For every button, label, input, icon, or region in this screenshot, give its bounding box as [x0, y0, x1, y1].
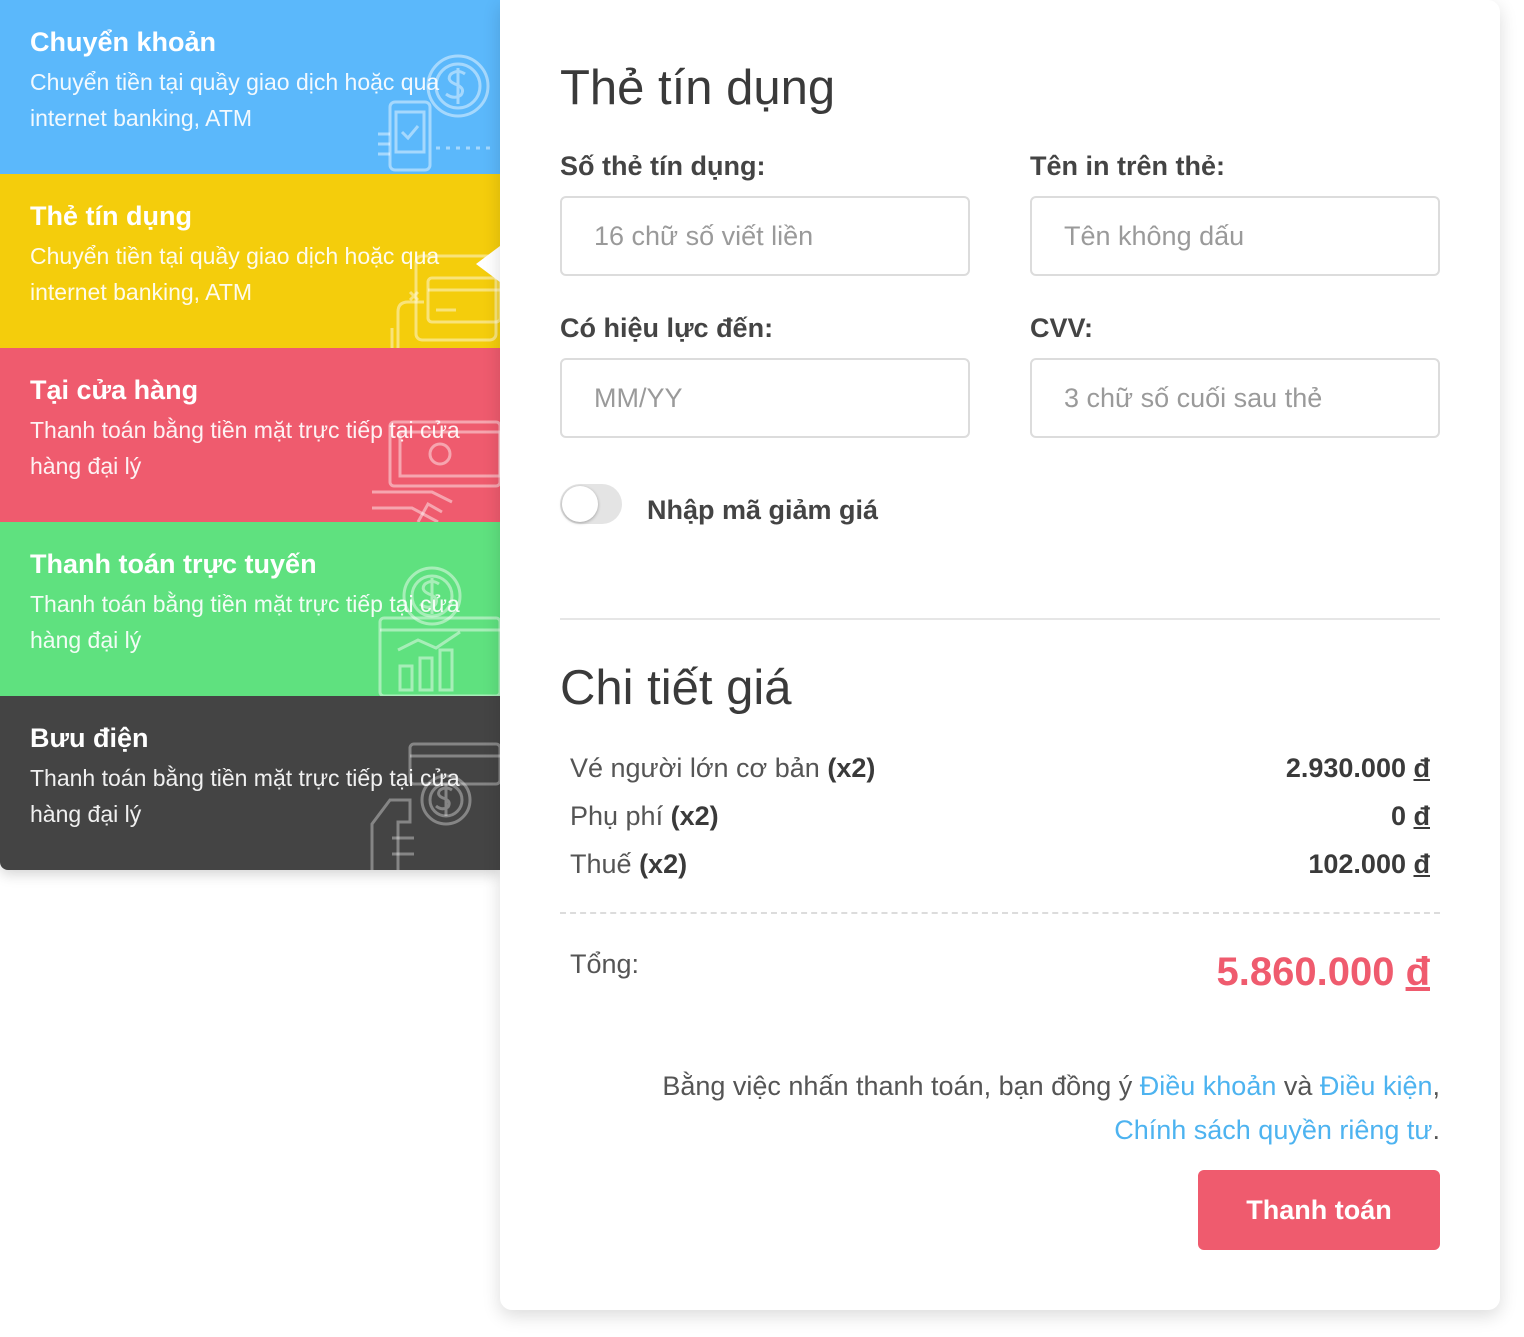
- price-item-name: Thuế: [570, 849, 632, 879]
- total-divider: [560, 912, 1440, 914]
- method-title: Chuyển khoản: [30, 27, 217, 57]
- method-title: Bưu điện: [30, 723, 149, 753]
- method-description: Chuyển tiền tại quầy giao dịch hoặc qua …: [30, 243, 440, 305]
- expiry-label: Có hiệu lực đến:: [560, 313, 774, 343]
- method-description: Thanh toán bằng tiền mặt trực tiếp tại c…: [30, 591, 460, 653]
- method-in-store[interactable]: Tại cửa hàng Thanh toán bằng tiền mặt tr…: [0, 348, 500, 522]
- method-bank-transfer[interactable]: Chuyển khoản Chuyển tiền tại quầy giao d…: [0, 0, 500, 174]
- terms-prefix: Bằng việc nhấn thanh toán, bạn đồng ý: [662, 1071, 1133, 1101]
- total-amount: 5.860.000: [1216, 950, 1395, 994]
- terms-link[interactable]: Điều khoản: [1140, 1071, 1277, 1101]
- price-row-label: Thuế (x2): [570, 844, 687, 884]
- price-item-qty: (x2): [670, 801, 719, 831]
- terms-and: và: [1283, 1071, 1313, 1101]
- card-number-label: Số thẻ tín dụng:: [560, 151, 766, 181]
- currency-symbol: đ: [1413, 849, 1431, 879]
- price-amount: 0: [1390, 801, 1406, 831]
- price-amount: 2.930.000: [1285, 753, 1406, 783]
- method-credit-card[interactable]: Thẻ tín dụng Chuyển tiền tại quầy giao d…: [0, 174, 500, 348]
- payment-method-list: Chuyển khoản Chuyển tiền tại quầy giao d…: [0, 0, 500, 870]
- price-row: Vé người lớn cơ bản (x2) 2.930.000 đ: [570, 748, 1430, 788]
- total-label: Tổng:: [570, 949, 640, 979]
- discount-toggle[interactable]: [560, 484, 622, 524]
- price-row-value: 2.930.000 đ: [1286, 748, 1430, 788]
- toggle-knob: [562, 486, 598, 522]
- method-title: Thẻ tín dụng: [30, 201, 192, 231]
- price-item-name: Vé người lớn cơ bản: [570, 753, 820, 783]
- privacy-policy-link[interactable]: Chính sách quyền riêng tư: [1114, 1115, 1432, 1145]
- expiry-input[interactable]: [560, 358, 970, 438]
- card-name-label: Tên in trên thẻ:: [1030, 151, 1225, 181]
- method-post-office[interactable]: Bưu điện Thanh toán bằng tiền mặt trực t…: [0, 696, 500, 870]
- price-item-qty: (x2): [639, 849, 688, 879]
- price-amount: 102.000: [1308, 849, 1406, 879]
- price-title: Chi tiết giá: [560, 661, 792, 715]
- method-title: Thanh toán trực tuyến: [30, 549, 317, 579]
- price-row-label: Vé người lớn cơ bản (x2): [570, 748, 875, 788]
- card-number-input[interactable]: [560, 196, 970, 276]
- price-row: Phụ phí (x2) 0 đ: [570, 796, 1430, 836]
- terms-comma: ,: [1432, 1071, 1440, 1101]
- price-item-name: Phụ phí: [570, 801, 664, 831]
- cvv-label: CVV:: [1030, 313, 1094, 343]
- pay-button[interactable]: Thanh toán: [1198, 1170, 1440, 1250]
- section-divider: [560, 618, 1440, 620]
- method-description: Chuyển tiền tại quầy giao dịch hoặc qua …: [30, 69, 440, 131]
- price-item-qty: (x2): [827, 753, 876, 783]
- terms-notice: Bằng việc nhấn thanh toán, bạn đồng ý Đi…: [560, 1064, 1440, 1152]
- form-title: Thẻ tín dụng: [560, 61, 836, 115]
- currency-symbol: đ: [1413, 801, 1431, 831]
- price-row-value: 0 đ: [1391, 796, 1430, 836]
- active-indicator: [476, 246, 500, 282]
- payment-panel: Thẻ tín dụng Số thẻ tín dụng: Tên in trê…: [500, 0, 1500, 1310]
- method-title: Tại cửa hàng: [30, 375, 199, 405]
- currency-symbol: đ: [1413, 753, 1431, 783]
- method-online-payment[interactable]: Thanh toán trực tuyến Thanh toán bằng ti…: [0, 522, 500, 696]
- total-value: 5.860.000 đ: [1216, 948, 1430, 996]
- price-row-label: Phụ phí (x2): [570, 796, 719, 836]
- price-row-value: 102.000 đ: [1308, 844, 1430, 884]
- terms-suffix: .: [1432, 1115, 1440, 1145]
- card-name-input[interactable]: [1030, 196, 1440, 276]
- price-row: Thuế (x2) 102.000 đ: [570, 844, 1430, 884]
- conditions-link[interactable]: Điều kiện: [1320, 1071, 1433, 1101]
- cvv-input[interactable]: [1030, 358, 1440, 438]
- method-description: Thanh toán bằng tiền mặt trực tiếp tại c…: [30, 417, 460, 479]
- discount-toggle-label: Nhập mã giảm giá: [647, 495, 879, 525]
- payment-page: Chuyển khoản Chuyển tiền tại quầy giao d…: [0, 0, 1524, 1337]
- total-currency-symbol: đ: [1405, 950, 1430, 994]
- method-description: Thanh toán bằng tiền mặt trực tiếp tại c…: [30, 765, 460, 827]
